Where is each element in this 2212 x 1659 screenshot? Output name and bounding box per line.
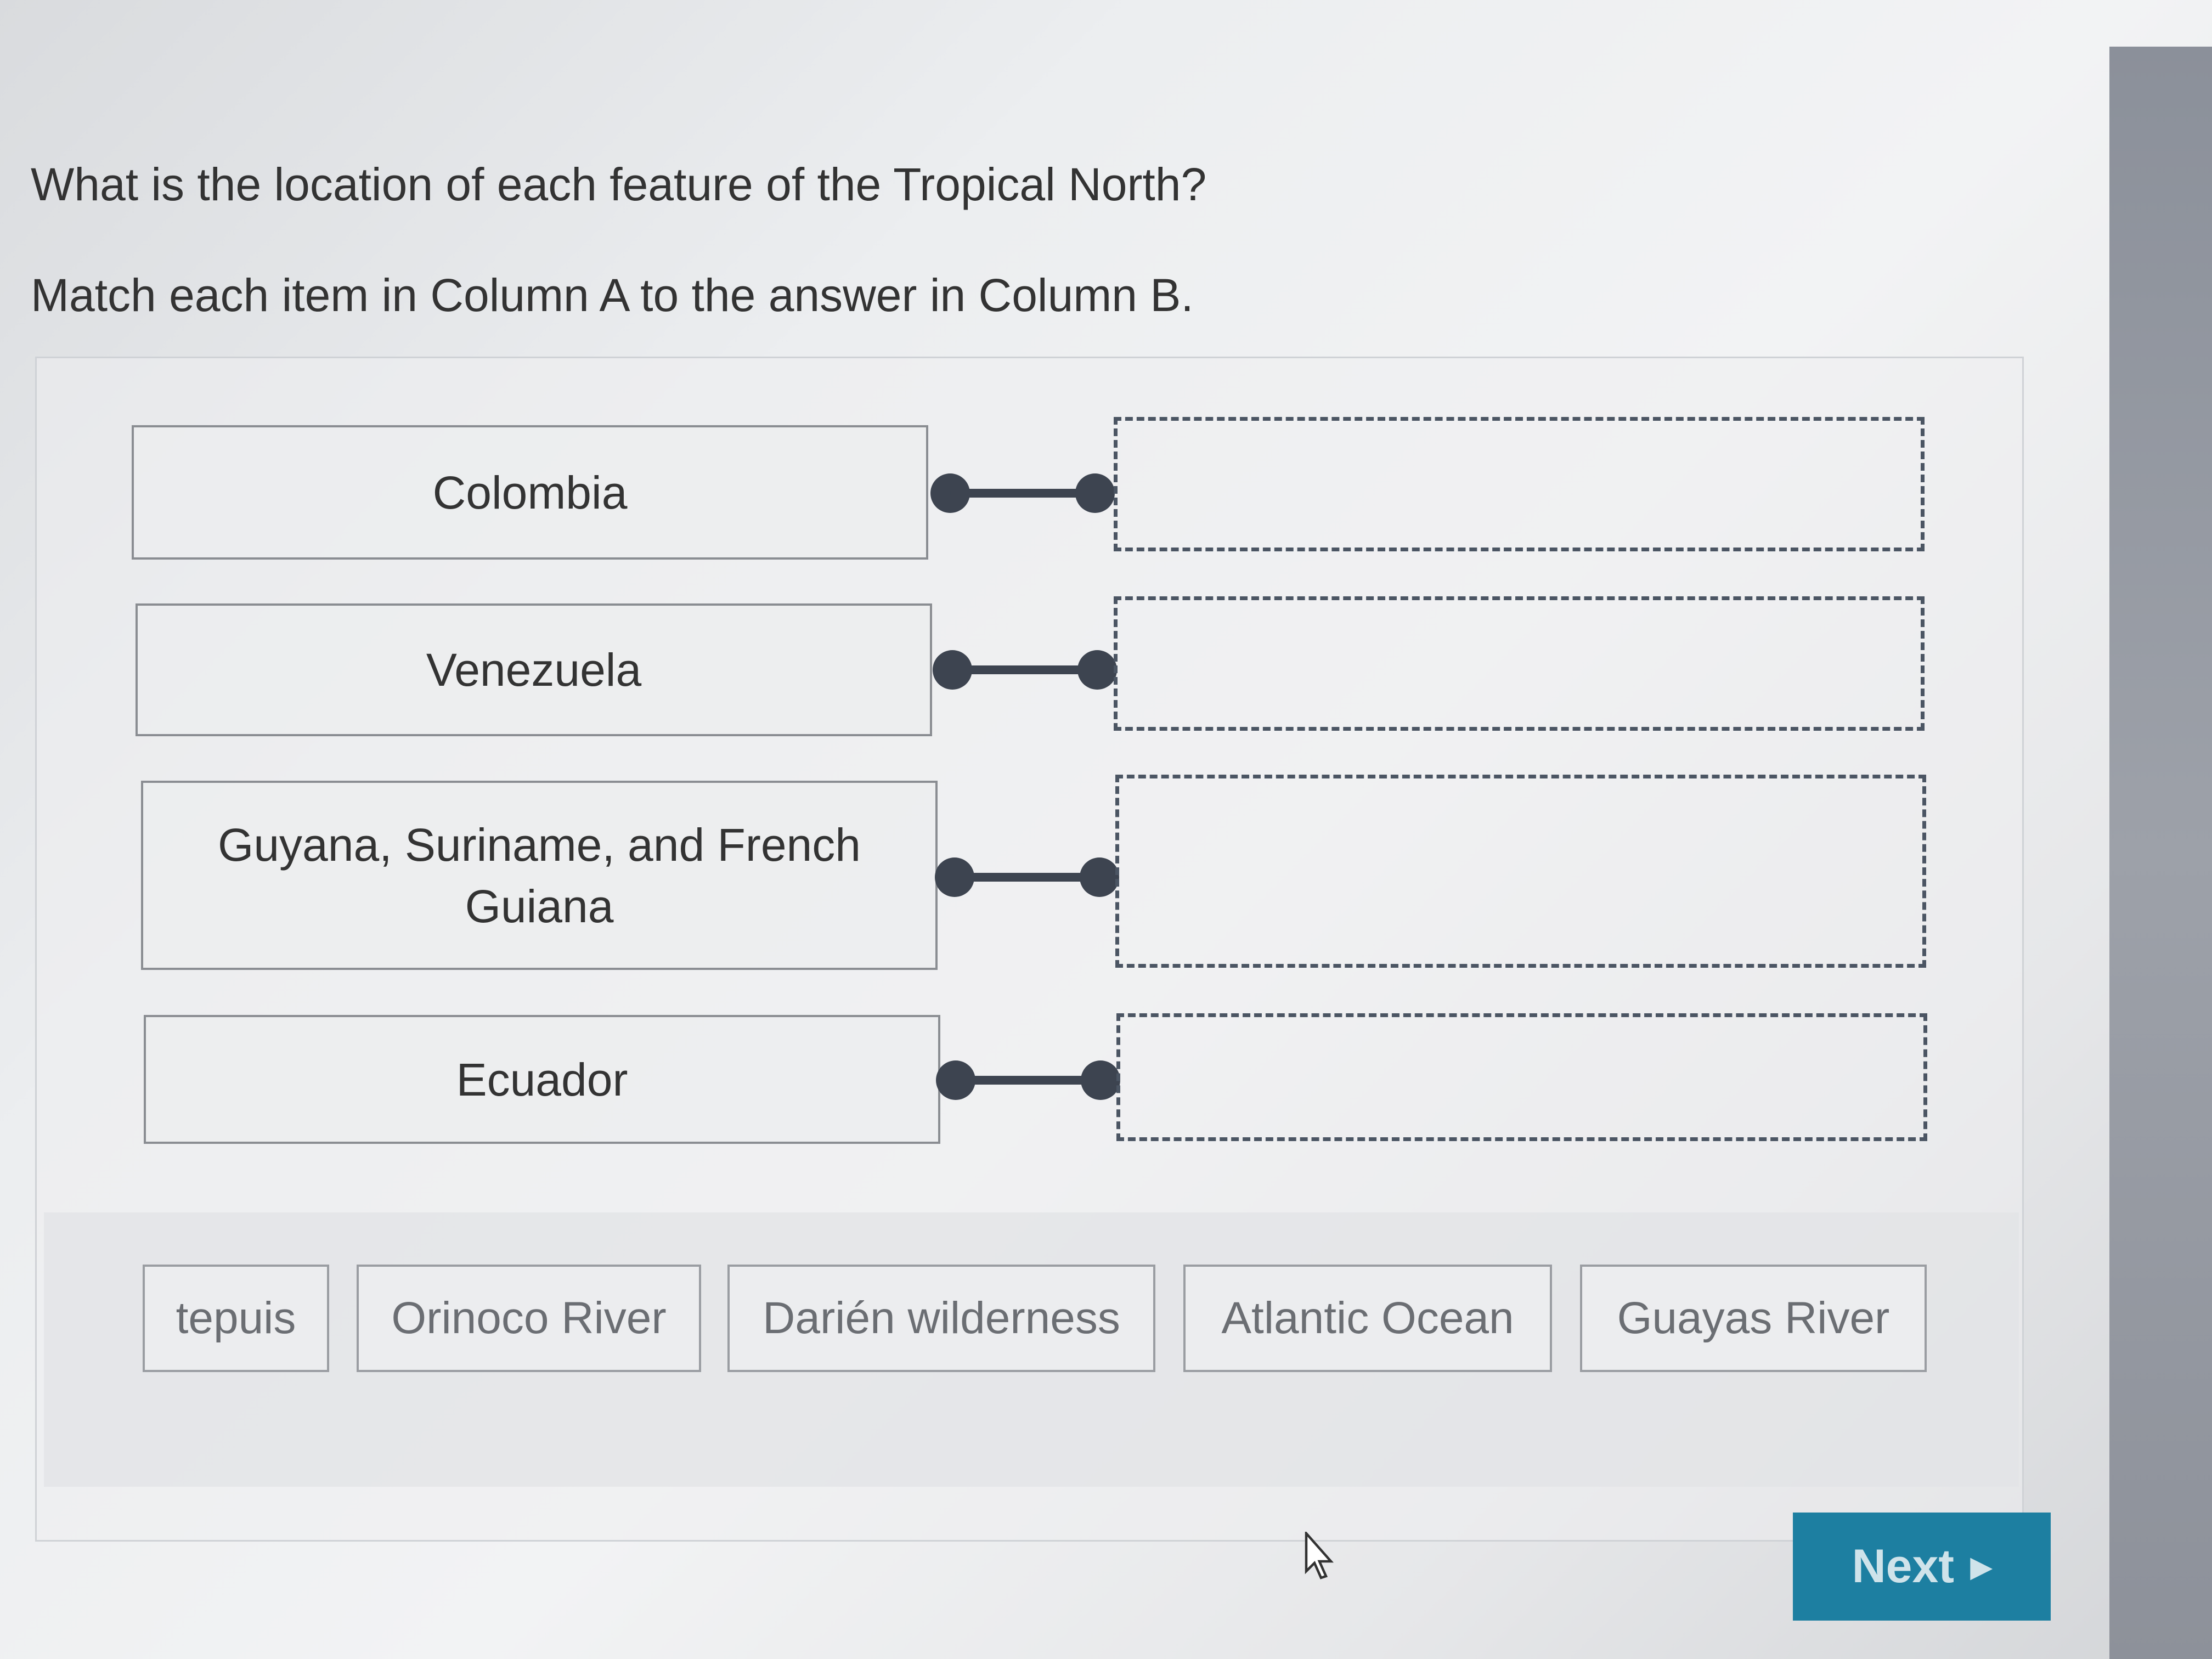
drop-zone-2[interactable] bbox=[1114, 596, 1925, 731]
answer-chip-atlantic-ocean[interactable]: Atlantic Ocean bbox=[1183, 1265, 1552, 1372]
term-box-ecuador: Ecuador bbox=[144, 1015, 940, 1144]
connector-bar bbox=[956, 1076, 1101, 1085]
answer-chip-orinoco-river[interactable]: Orinoco River bbox=[357, 1265, 701, 1372]
play-triangle-icon: ▶ bbox=[1970, 1551, 1992, 1582]
term-box-colombia: Colombia bbox=[132, 425, 928, 560]
connector-dot-right bbox=[1075, 473, 1115, 513]
next-button-label: Next bbox=[1852, 1540, 1954, 1593]
answer-chip-label: Atlantic Ocean bbox=[1221, 1293, 1514, 1343]
term-box-guianas: Guyana, Suriname, and French Guiana bbox=[141, 781, 938, 970]
connector-icon bbox=[935, 857, 1119, 897]
instructions-text: Match each item in Column A to the answe… bbox=[31, 269, 1194, 321]
question-text: What is the location of each feature of … bbox=[31, 159, 1207, 210]
quiz-page: What is the location of each feature of … bbox=[0, 0, 2109, 1659]
connector-dot-right bbox=[1080, 857, 1119, 897]
mouse-pointer-icon bbox=[1305, 1532, 1334, 1579]
term-label: Ecuador bbox=[456, 1053, 628, 1105]
next-button[interactable]: Next ▶ bbox=[1793, 1513, 2051, 1621]
drop-zone-3[interactable] bbox=[1115, 775, 1926, 968]
term-label: Guyana, Suriname, and French Guiana bbox=[218, 819, 861, 932]
answer-chip-darien-wilderness[interactable]: Darién wilderness bbox=[727, 1265, 1155, 1372]
term-label: Venezuela bbox=[426, 644, 642, 696]
answer-chip-label: Guayas River bbox=[1617, 1293, 1890, 1343]
answer-chip-guayas-river[interactable]: Guayas River bbox=[1580, 1265, 1927, 1372]
connector-bar bbox=[952, 665, 1097, 674]
right-gutter bbox=[2109, 47, 2212, 1659]
drop-zone-4[interactable] bbox=[1116, 1013, 1927, 1141]
connector-icon bbox=[936, 1060, 1120, 1100]
connector-icon bbox=[933, 650, 1117, 690]
drop-zone-1[interactable] bbox=[1114, 417, 1925, 551]
connector-icon bbox=[930, 473, 1115, 513]
answer-chip-tepuis[interactable]: tepuis bbox=[143, 1265, 329, 1372]
connector-dot-right bbox=[1081, 1060, 1120, 1100]
term-box-venezuela: Venezuela bbox=[136, 603, 932, 736]
connector-bar bbox=[955, 873, 1099, 882]
answer-chip-label: tepuis bbox=[176, 1293, 296, 1343]
answer-chip-label: Darién wilderness bbox=[763, 1293, 1120, 1343]
answer-chip-label: Orinoco River bbox=[391, 1293, 667, 1343]
connector-dot-right bbox=[1077, 650, 1117, 690]
term-label: Colombia bbox=[432, 466, 628, 518]
connector-bar bbox=[950, 489, 1095, 498]
